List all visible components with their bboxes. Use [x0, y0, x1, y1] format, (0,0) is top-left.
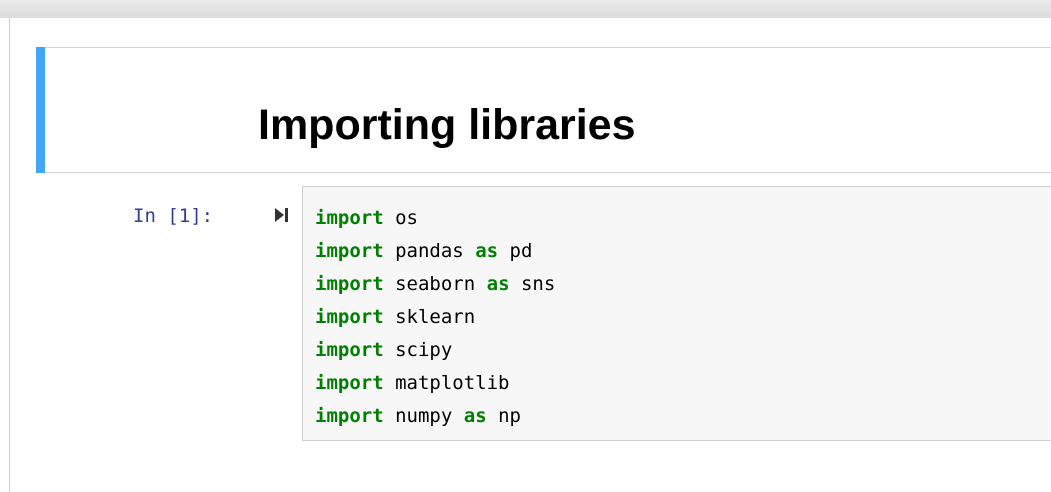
code-line: import scipy [315, 334, 555, 367]
code-alias-keyword: as [475, 240, 499, 262]
code-line: import seaborn as sns [315, 268, 555, 301]
code-alias: np [498, 405, 521, 427]
markdown-heading: Importing libraries [258, 101, 636, 149]
code-line: import pandas as pd [315, 235, 555, 268]
code-module: os [395, 207, 418, 229]
code-line: import numpy as np [315, 400, 555, 433]
code-module: sklearn [395, 306, 476, 328]
code-keyword: import [315, 273, 384, 295]
code-module: seaborn [395, 273, 476, 295]
code-line: import matplotlib [315, 367, 555, 400]
input-prompt: In [1]: [133, 205, 214, 227]
code-keyword: import [315, 339, 384, 361]
code-alias: pd [509, 240, 533, 262]
code-keyword: import [315, 207, 384, 229]
code-module: numpy [395, 405, 453, 427]
code-line: import sklearn [315, 301, 555, 334]
run-triangle [275, 208, 284, 222]
code-keyword: import [315, 240, 384, 262]
browser-chrome-shade [0, 0, 1051, 18]
code-alias-keyword: as [486, 273, 510, 295]
run-cell-icon[interactable] [274, 206, 290, 224]
run-bar [285, 208, 288, 222]
markdown-cell[interactable]: Importing libraries [36, 47, 1051, 173]
code-alias: sns [520, 273, 556, 295]
code-module: pandas [395, 240, 464, 262]
code-keyword: import [315, 405, 384, 427]
code-alias-keyword: as [463, 405, 487, 427]
code-cell-input[interactable]: import os import pandas as pd import seabo… [302, 186, 1051, 441]
selected-cell-indicator [36, 47, 45, 173]
code-lines: import os import pandas as pd import seabo… [315, 202, 555, 433]
code-keyword: import [315, 372, 384, 394]
code-module: scipy [395, 339, 453, 361]
code-keyword: import [315, 306, 384, 328]
code-line: import os [315, 202, 555, 235]
code-module: matplotlib [395, 372, 510, 394]
